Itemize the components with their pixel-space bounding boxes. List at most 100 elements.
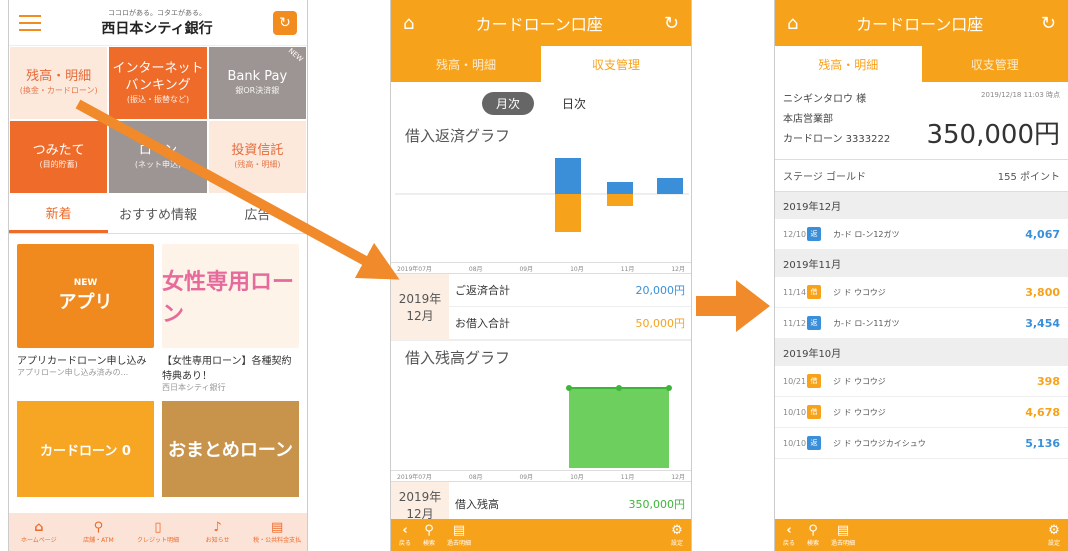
transaction-row[interactable]: 12/10 返 カ-ド ロ-ン12ガツ 4,067 xyxy=(775,219,1068,250)
nav-home[interactable]: ⌂ ホームページ xyxy=(9,513,69,551)
tile-label: つみたて xyxy=(32,143,85,159)
tile-sub: (ネット申込) xyxy=(134,160,182,170)
tile-label: ローン xyxy=(138,143,178,159)
menu-icon[interactable] xyxy=(19,14,41,31)
nav-label: 設定 xyxy=(1047,540,1060,547)
tile-sub: (換金・カードローン) xyxy=(19,86,98,96)
transaction-row[interactable]: 11/12 返 カ-ド ロ-ン11ガツ 3,454 xyxy=(775,308,1068,339)
transaction-row[interactable]: 10/10 借 ジ ド ウコウジ 4,678 xyxy=(775,397,1068,428)
account-summary: ニシギンタロウ 様 本店営業部 カードローン 3333222 2019/12/1… xyxy=(775,82,1068,160)
nav-label: 検索 xyxy=(423,540,436,547)
tx-kind: 返 xyxy=(807,227,821,241)
month-header: 2019年11月 xyxy=(775,250,1068,277)
tx-value: 4,678 xyxy=(1025,405,1060,419)
tab-new[interactable]: 新着 xyxy=(9,194,109,233)
balance-chart xyxy=(391,374,691,470)
tile-loan[interactable]: ローン (ネット申込) xyxy=(108,120,208,194)
tile-investment[interactable]: 投資信託 (残高・明細) xyxy=(207,120,307,194)
document-icon: ▤ xyxy=(452,523,466,538)
axis-tick: 12月 xyxy=(671,473,685,481)
transaction-row[interactable]: 10/21 借 ジ ド ウコウジ 398 xyxy=(775,366,1068,397)
nav-search[interactable]: ⚲ 検索 xyxy=(807,523,819,547)
branch-name: 本店営業部 xyxy=(783,114,833,125)
home-icon[interactable]: ⌂ xyxy=(403,13,414,34)
bell-icon: ♪ xyxy=(213,520,222,535)
tile-balance[interactable]: 残高・明細 (換金・カードローン) xyxy=(9,46,109,120)
bank-logo: ココロがある。コタエがある。 西日本シティ銀行 xyxy=(101,8,212,38)
tab-balance[interactable]: 残高・明細 xyxy=(775,46,922,82)
tx-value: 4,067 xyxy=(1025,227,1060,241)
toggle-monthly[interactable]: 月次 xyxy=(481,92,534,115)
tx-kind: 返 xyxy=(807,316,821,330)
nav-atm[interactable]: ⚲ 店舗・ATM xyxy=(69,513,129,551)
nav-history[interactable]: ▤ 過去明細 xyxy=(831,523,855,547)
transaction-row[interactable]: 10/10 返 ジ ド ウコウジカイシュウ 5,136 xyxy=(775,428,1068,459)
axis-tick: 10月 xyxy=(570,265,584,273)
nav-back[interactable]: ‹ 戻る xyxy=(783,523,795,547)
refresh-icon[interactable]: ↻ xyxy=(272,10,297,35)
tile-label: 残高・明細 xyxy=(26,69,92,85)
refresh-icon[interactable]: ↻ xyxy=(1041,13,1056,34)
tile-bankpay[interactable]: Bank Pay 銀OR決済銀 NEW xyxy=(207,46,307,120)
tab-management[interactable]: 収支管理 xyxy=(922,46,1068,82)
nav-notice[interactable]: ♪ お知らせ xyxy=(188,513,248,551)
news-banner[interactable]: おまとめローン xyxy=(162,401,299,497)
news-banner[interactable]: カードローン 0 xyxy=(17,401,154,497)
repayment-chart-svg xyxy=(395,158,689,232)
nav-back[interactable]: ‹ 戻る xyxy=(399,523,411,547)
axis-tick: 09月 xyxy=(519,265,534,273)
news-item[interactable]: 女性専用ローン 【女性専用ローン】各種契約特典あり！ 西日本シティ銀行 xyxy=(162,244,299,393)
bill-icon: ▤ xyxy=(271,520,284,535)
back-icon: ‹ xyxy=(402,523,408,538)
home-icon[interactable]: ⌂ xyxy=(787,13,798,34)
tx-name: ジ ド ウコウジ xyxy=(833,287,886,297)
nav-label: 税・公共料金支払 xyxy=(253,537,302,544)
stage-row: ステージ ゴールド 155 ポイント xyxy=(775,160,1068,192)
nav-label: 戻る xyxy=(783,540,796,547)
tile-internet-banking[interactable]: インターネット バンキング (振込・振替など) xyxy=(108,46,208,120)
news-title: 【女性専用ローン】各種契約特典あり！ xyxy=(162,356,292,382)
tx-name: カ-ド ロ-ン11ガツ xyxy=(833,318,900,328)
nav-label: クレジット明細 xyxy=(136,537,179,544)
stage-label: ステージ ゴールド xyxy=(783,172,866,183)
app-header: ココロがある。コタエがある。 西日本シティ銀行 ↻ xyxy=(9,0,307,46)
tile-sub: (振込・振替など) xyxy=(126,94,190,104)
tab-balance[interactable]: 残高・明細 xyxy=(391,46,541,82)
bottom-nav: ‹ 戻る ⚲ 検索 ▤ 過去明細 ⚙ 設定 xyxy=(391,519,691,551)
customer-name: ニシギンタロウ 様 xyxy=(783,94,867,105)
nav-credit[interactable]: ▯ クレジット明細 xyxy=(128,513,188,551)
account-number: カードローン 3333222 xyxy=(783,134,891,145)
axis-tick: 08月 xyxy=(468,265,483,273)
refresh-icon[interactable]: ↻ xyxy=(664,13,679,34)
tx-name: カ-ド ロ-ン12ガツ xyxy=(833,229,900,239)
home-icon: ⌂ xyxy=(34,520,44,535)
axis-tick: 12月 xyxy=(671,265,685,273)
search-icon: ⚲ xyxy=(808,523,818,538)
tab-ads[interactable]: 広告 xyxy=(208,194,307,233)
borrow-label: お借入合計 xyxy=(455,317,510,330)
home-screen: ココロがある。コタエがある。 西日本シティ銀行 ↻ 残高・明細 (換金・カードロー… xyxy=(8,0,308,551)
app-header: ⌂ カードローン口座 ↻ xyxy=(775,0,1068,46)
nav-settings[interactable]: ⚙ 設定 xyxy=(671,523,683,547)
axis-tick: 11月 xyxy=(620,473,635,481)
nav-tax[interactable]: ▤ 税・公共料金支払 xyxy=(247,513,307,551)
nav-settings[interactable]: ⚙ 設定 xyxy=(1048,523,1060,547)
nav-label: ホームページ xyxy=(20,537,57,544)
points-value: 155 ポイント xyxy=(997,172,1060,183)
tab-recommend[interactable]: おすすめ情報 xyxy=(108,194,207,233)
nav-history[interactable]: ▤ 過去明細 xyxy=(447,523,471,547)
tx-kind: 借 xyxy=(807,374,821,388)
tile-label: 投資信託 xyxy=(231,143,284,159)
nav-label: 設定 xyxy=(670,540,683,547)
tx-value: 3,454 xyxy=(1025,316,1060,330)
tab-management[interactable]: 収支管理 xyxy=(541,46,691,82)
nav-label: 検索 xyxy=(807,540,820,547)
tx-value: 5,136 xyxy=(1025,436,1060,450)
toggle-daily[interactable]: 日次 xyxy=(548,92,600,115)
news-item[interactable]: NEW アプリ アプリカードローン申し込み アプリローン申し込み済みの... xyxy=(17,244,154,393)
tile-savings[interactable]: つみたて (目的貯蓄) xyxy=(9,120,109,194)
tile-sub: 銀OR決済銀 xyxy=(235,86,280,96)
news-tabs: 新着 おすすめ情報 広告 xyxy=(9,194,307,234)
nav-search[interactable]: ⚲ 検索 xyxy=(423,523,435,547)
transaction-row[interactable]: 11/14 借 ジ ド ウコウジ 3,800 xyxy=(775,277,1068,308)
